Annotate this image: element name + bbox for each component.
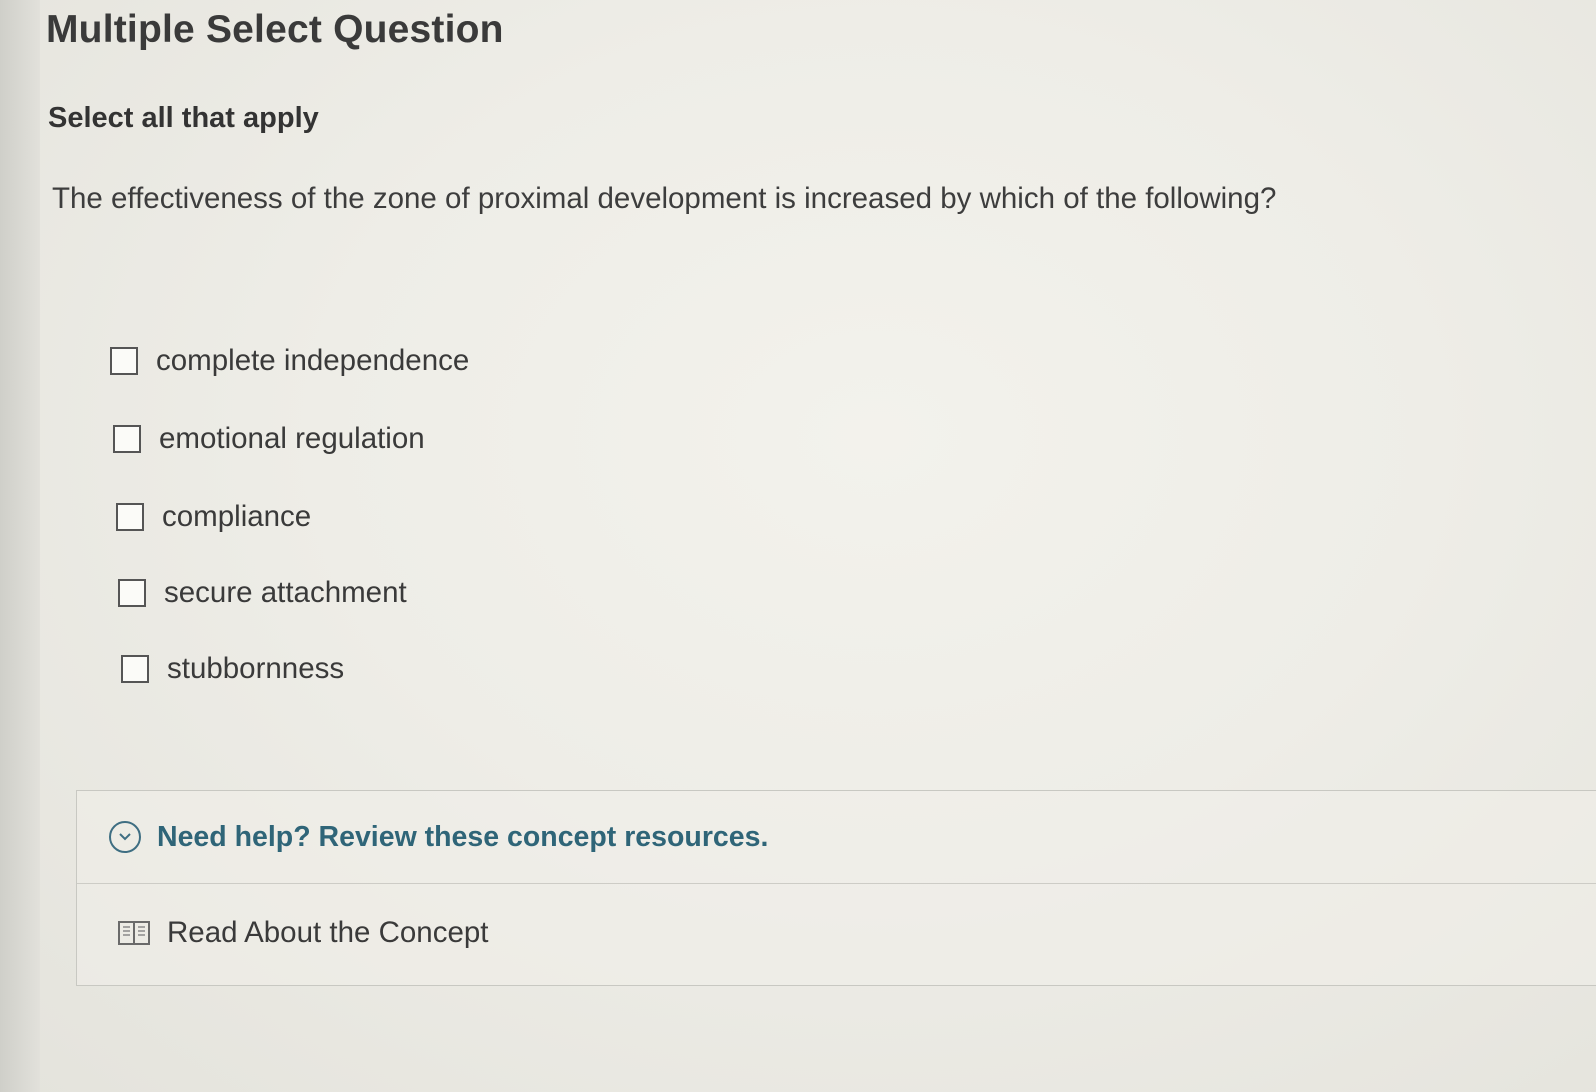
checkbox[interactable] xyxy=(121,655,149,683)
book-icon xyxy=(117,919,151,947)
concept-resources-panel: Need help? Review these concept resource… xyxy=(76,790,1596,986)
read-about-concept-label[interactable]: Read About the Concept xyxy=(167,916,488,950)
question-prompt: The effectiveness of the zone of proxima… xyxy=(52,182,1277,215)
concept-resources-toggle[interactable]: Need help? Review these concept resource… xyxy=(77,791,1596,884)
left-edge-shadow xyxy=(0,0,40,1092)
option-label: stubbornness xyxy=(167,652,345,685)
concept-resources-title[interactable]: Need help? Review these concept resource… xyxy=(157,821,768,854)
option-emotional-regulation[interactable]: emotional regulation xyxy=(113,422,425,456)
checkbox[interactable] xyxy=(116,503,144,531)
option-label: compliance xyxy=(162,500,312,533)
checkbox[interactable] xyxy=(110,347,138,375)
checkbox[interactable] xyxy=(118,579,146,607)
option-complete-independence[interactable]: complete independence xyxy=(110,344,469,378)
option-label: secure attachment xyxy=(164,576,407,609)
option-stubbornness[interactable]: stubbornness xyxy=(121,652,344,686)
checkbox[interactable] xyxy=(113,425,141,453)
option-label: emotional regulation xyxy=(159,422,425,455)
option-label: complete independence xyxy=(156,344,470,377)
instruction-text: Select all that apply xyxy=(48,102,319,134)
option-secure-attachment[interactable]: secure attachment xyxy=(118,576,407,610)
option-compliance[interactable]: compliance xyxy=(116,500,311,534)
question-page: Multiple Select Question Select all that… xyxy=(0,0,1596,1092)
question-type-heading: Multiple Select Question xyxy=(46,8,504,51)
chevron-down-circle-icon[interactable] xyxy=(109,821,141,853)
read-about-concept-link[interactable]: Read About the Concept xyxy=(77,884,1596,982)
